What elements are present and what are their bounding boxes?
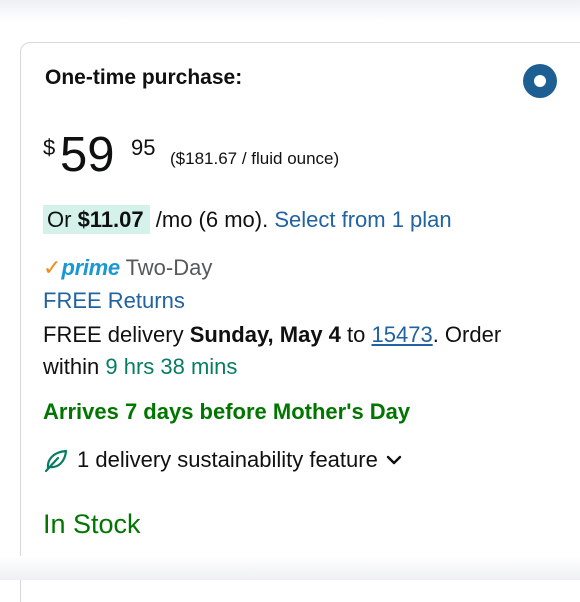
sustainability-feature-toggle[interactable]: 1 delivery sustainability feature — [43, 447, 402, 473]
sustainability-label: 1 delivery sustainability feature — [77, 447, 378, 472]
unit-price: ($181.67 / fluid ounce) — [170, 149, 340, 168]
prime-badge: ✓prime Two-Day — [43, 255, 212, 281]
scrolled-content-edge — [0, 0, 580, 22]
stock-status: In Stock — [43, 509, 141, 539]
installment-amount: $11.07 — [77, 207, 144, 232]
bottom-edge-shade — [0, 556, 580, 580]
purchase-option-title: One-time purchase: — [45, 66, 243, 89]
price-fraction: 95 — [131, 135, 156, 160]
delivery-to: to — [340, 322, 372, 347]
delivery-date: Sunday, May 4 — [189, 322, 341, 347]
installment-offer: Or $11.07 /mo (6 mo). Select from 1 plan — [43, 205, 452, 234]
prime-check-icon: ✓ — [43, 255, 62, 280]
delivery-prefix: FREE delivery — [43, 322, 190, 347]
installment-terms: /mo (6 mo). — [149, 207, 275, 232]
installment-prefix: Or — [47, 207, 78, 232]
installment-highlight: Or $11.07 — [43, 205, 150, 234]
delivery-countdown: 9 hrs 38 mins — [105, 354, 238, 379]
delivery-message: FREE delivery Sunday, May 4 to 15473. Or… — [43, 319, 563, 383]
purchase-option-card[interactable]: One-time purchase: $ 59 95 ($181.67 / fl… — [20, 42, 580, 602]
price-whole: 59 — [60, 128, 115, 182]
prime-logo: prime — [61, 255, 120, 280]
select-plan-link[interactable]: Select from 1 plan — [274, 207, 451, 232]
free-returns-link[interactable]: FREE Returns — [43, 288, 185, 314]
leaf-icon — [44, 449, 68, 472]
prime-two-day-label: Two-Day — [119, 255, 213, 280]
arrives-message: Arrives 7 days before Mother's Day — [43, 399, 411, 424]
chevron-down-icon — [386, 455, 402, 465]
radio-selected-dot — [534, 75, 546, 87]
price-currency-symbol: $ — [43, 135, 56, 160]
delivery-zip-link[interactable]: 15473 — [372, 322, 433, 347]
purchase-option-radio[interactable] — [523, 64, 557, 98]
